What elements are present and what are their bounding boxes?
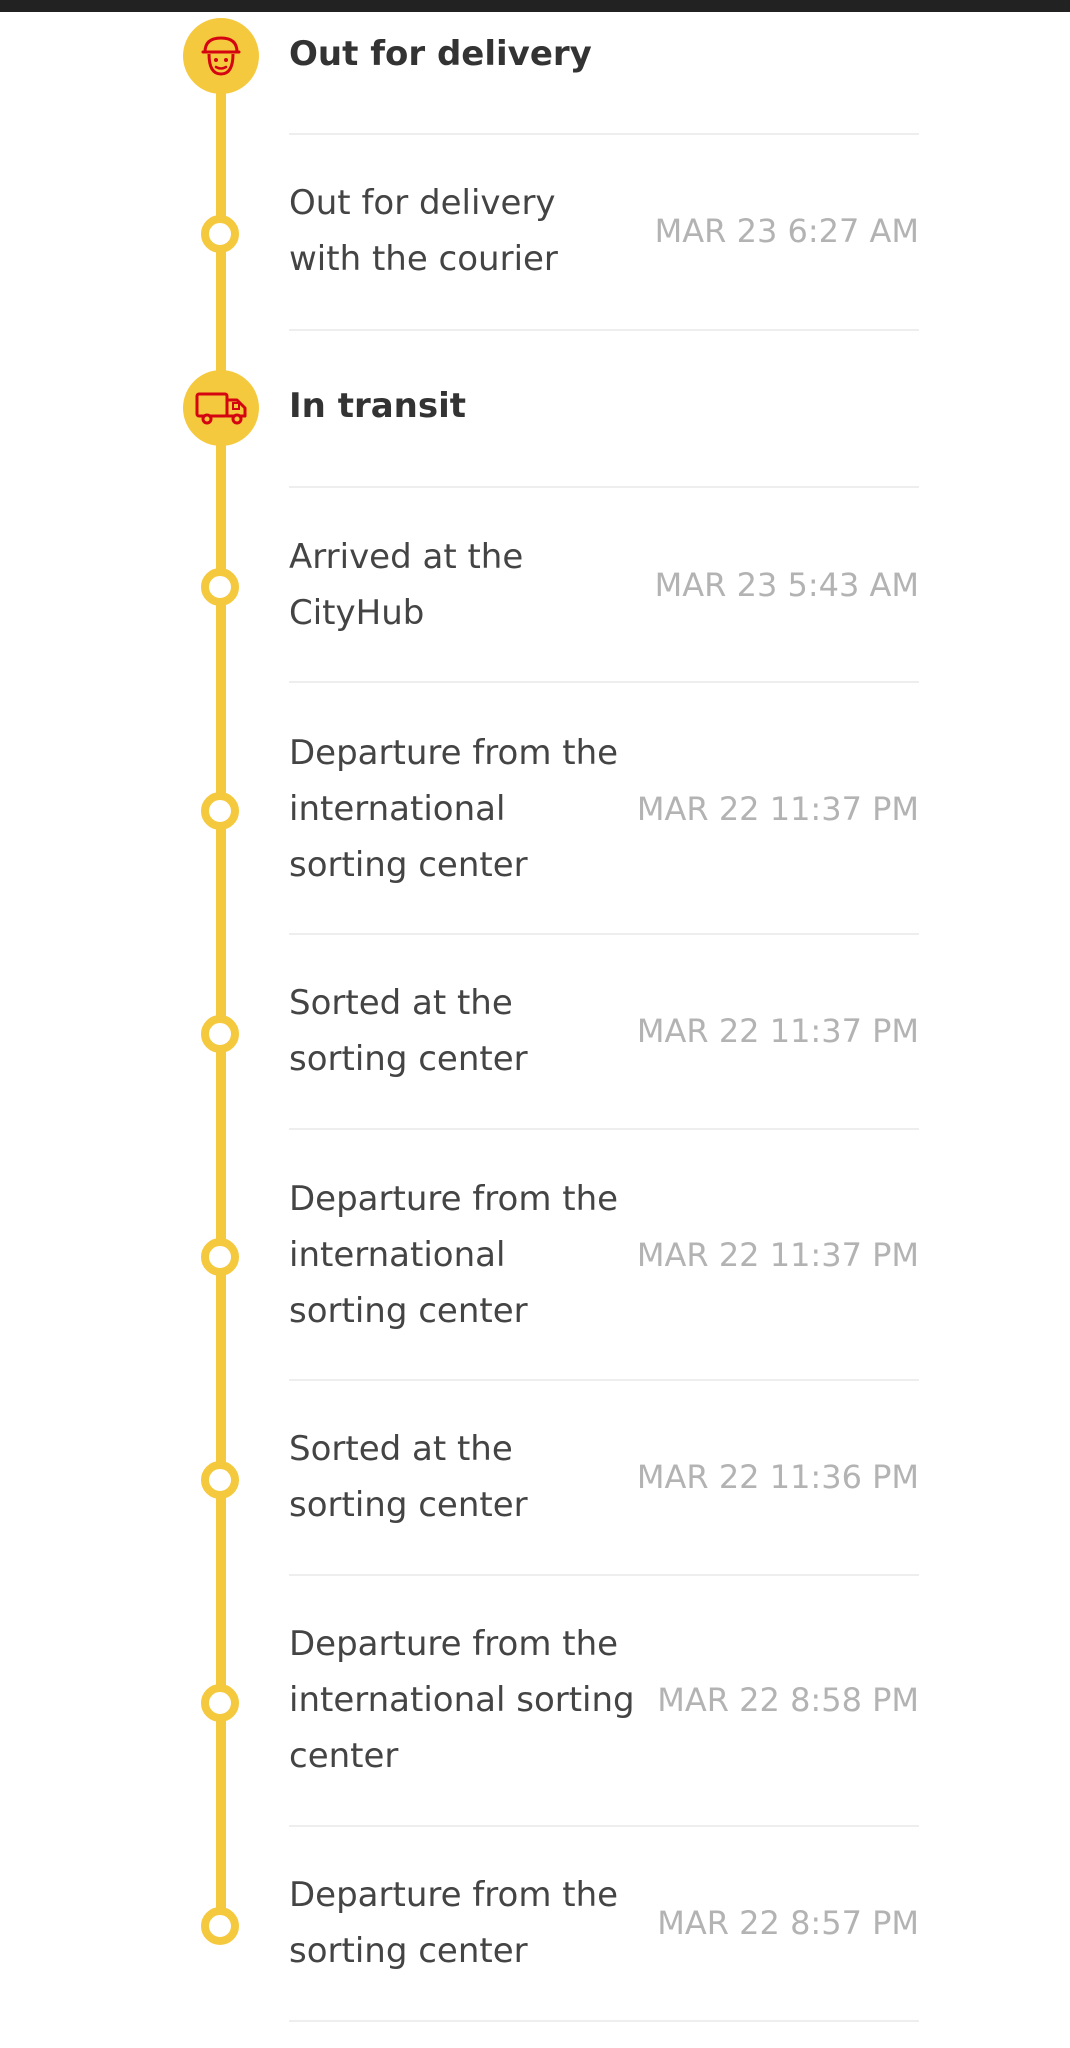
event-dot [201, 792, 239, 830]
event-timestamp: MAR 22 11:37 PM [636, 1012, 919, 1050]
divider [289, 1379, 919, 1381]
event-description: Sorted at the sorting center [289, 1429, 528, 1525]
event-row: Departure from the international sorting… [289, 725, 919, 893]
event-dot [201, 1684, 239, 1722]
event-row: Departure from the international sorting… [289, 1616, 919, 1784]
timeline-line [216, 56, 226, 1923]
divider [289, 1825, 919, 1827]
section-title-out-for-delivery: Out for delivery [289, 34, 592, 74]
event-description: Sorted at the sorting center [289, 983, 528, 1079]
event-row: Departure from the international sorting… [289, 1171, 919, 1339]
divider [289, 486, 919, 488]
event-description: Departure from the international sorting… [289, 1624, 635, 1776]
event-row: Arrived at the CityHub MAR 23 5:43 AM [289, 529, 919, 641]
divider [289, 2020, 919, 2022]
event-timestamp: MAR 22 11:36 PM [636, 1458, 919, 1496]
divider [289, 933, 919, 935]
event-description: Out for delivery with the courier [289, 183, 558, 279]
divider [289, 329, 919, 331]
event-row: Out for delivery with the courier MAR 23… [289, 175, 919, 287]
event-row: Sorted at the sorting center MAR 22 11:3… [289, 975, 919, 1087]
top-status-bar [0, 0, 1070, 12]
event-dot [201, 215, 239, 253]
event-description: Arrived at the CityHub [289, 537, 524, 633]
event-timestamp: MAR 22 8:58 PM [657, 1681, 919, 1719]
courier-icon [183, 18, 259, 94]
event-dot [201, 1461, 239, 1499]
divider [289, 133, 919, 135]
event-timestamp: MAR 23 5:43 AM [654, 566, 919, 604]
event-row: Departure from the sorting center MAR 22… [289, 1867, 919, 1979]
event-description: Departure from the sorting center [289, 1875, 619, 1971]
event-row: Sorted at the sorting center MAR 22 11:3… [289, 1421, 919, 1533]
event-timestamp: MAR 23 6:27 AM [654, 212, 919, 250]
truck-icon [183, 370, 259, 446]
event-timestamp: MAR 22 11:37 PM [636, 1236, 919, 1274]
event-timestamp: MAR 22 8:57 PM [657, 1904, 919, 1942]
event-dot [201, 1238, 239, 1276]
event-description: Departure from the international sorting… [289, 733, 619, 885]
event-dot [201, 1015, 239, 1053]
section-title-in-transit: In transit [289, 386, 467, 426]
divider [289, 1574, 919, 1576]
event-description: Departure from the international sorting… [289, 1179, 619, 1331]
event-dot [201, 568, 239, 606]
event-timestamp: MAR 22 11:37 PM [636, 790, 919, 828]
event-dot [201, 1907, 239, 1945]
divider [289, 1128, 919, 1130]
divider [289, 681, 919, 683]
